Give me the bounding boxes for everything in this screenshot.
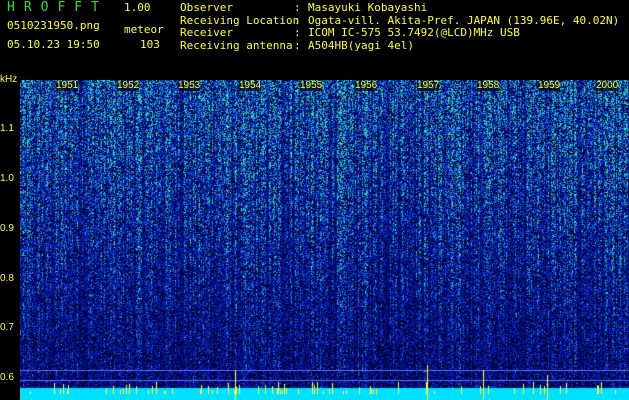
time-tick-label: 1955 [300,80,323,91]
spectrogram [20,80,629,400]
info-value: A504HB(yagi 4el) [308,38,414,52]
meteor-count: 103 [140,38,160,51]
info-value: Masayuki Kobayashi [308,1,428,14]
time-tick-label: 1958 [477,80,500,91]
info-key: Observer [180,1,233,14]
meteor-label: meteor [124,23,164,36]
y-tick-label: 0.7 [0,322,14,333]
y-tick-label: 1.0 [0,173,14,184]
app-title: HROFFT [7,0,108,15]
time-tick-label: 1957 [417,80,440,91]
datetime: 05.10.23 19:50 [7,38,100,51]
time-tick-label: 1953 [178,80,201,91]
y-tick-label: 0.6 [0,372,14,383]
time-tick-label: 1951 [56,80,79,91]
y-tick-label: 0.8 [0,273,14,284]
y-axis-unit: kHz [0,74,18,85]
time-tick-label: 1956 [355,80,378,91]
file-name: 0510231950.png [7,19,100,32]
time-tick-label: 1952 [117,80,140,91]
info-value: ICOM IC-575 53.7492(@LCD)MHz USB [308,26,520,39]
station-info: Observer: Masayuki Kobayashi Receiving Lo… [180,1,619,52]
info-key: Receiving antenna [180,38,293,52]
y-tick-label: 1.1 [0,123,14,134]
y-tick-label: 0.9 [0,223,14,234]
spectrogram-image [20,80,629,400]
time-tick-label: 1959 [538,80,561,91]
info-key: Receiver [180,26,233,39]
app-version: 1.00 [124,1,151,14]
info-row-antenna: Receiving antenna: A504HB(yagi 4el) [180,38,414,52]
info-row-observer: Observer: Masayuki Kobayashi [180,1,428,14]
time-tick-label: 2000 [596,80,619,91]
info-row-receiver: Receiver: ICOM IC-575 53.7492(@LCD)MHz US… [180,26,520,39]
time-tick-label: 1954 [239,80,262,91]
